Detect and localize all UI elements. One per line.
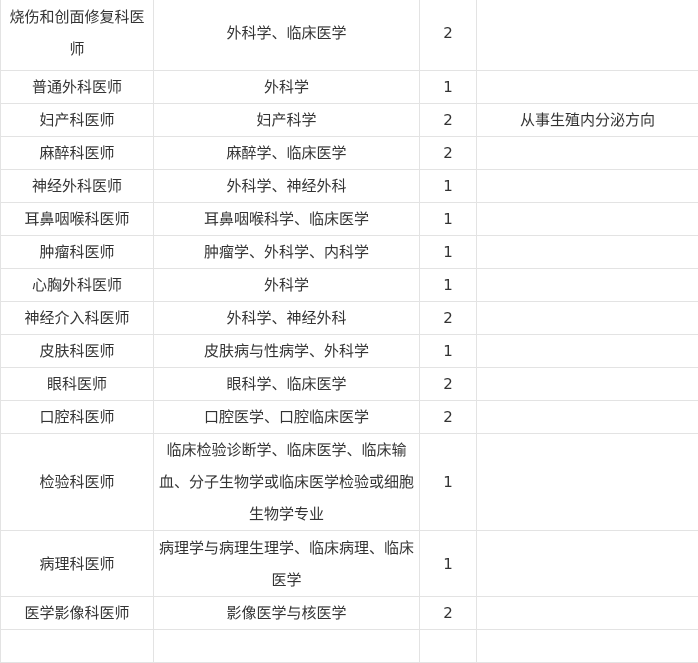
major-cell: 肿瘤学、外科学、内科学 bbox=[154, 236, 420, 269]
table-row: 麻醉科医师 麻醉学、临床医学 2 bbox=[1, 137, 698, 170]
major-cell: 外科学、神经外科 bbox=[154, 302, 420, 335]
table-row: 肿瘤科医师 肿瘤学、外科学、内科学 1 bbox=[1, 236, 698, 269]
table-row: 口腔科医师 口腔医学、口腔临床医学 2 bbox=[1, 401, 698, 434]
note-cell bbox=[477, 0, 698, 71]
dept-cell: 普通外科医师 bbox=[1, 71, 154, 104]
table-row: 神经介入科医师 外科学、神经外科 2 bbox=[1, 302, 698, 335]
count-cell: 2 bbox=[420, 401, 477, 434]
note-cell bbox=[477, 137, 698, 170]
major-cell: 外科学 bbox=[154, 269, 420, 302]
major-cell: 皮肤病与性病学、外科学 bbox=[154, 335, 420, 368]
note-cell bbox=[477, 71, 698, 104]
major-cell: 耳鼻咽喉科学、临床医学 bbox=[154, 203, 420, 236]
note-cell bbox=[477, 630, 698, 663]
count-cell: 2 bbox=[420, 368, 477, 401]
table-row: 普通外科医师 外科学 1 bbox=[1, 71, 698, 104]
dept-cell: 耳鼻咽喉科医师 bbox=[1, 203, 154, 236]
count-cell: 2 bbox=[420, 0, 477, 71]
dept-cell: 皮肤科医师 bbox=[1, 335, 154, 368]
count-cell: 1 bbox=[420, 269, 477, 302]
dept-cell: 检验科医师 bbox=[1, 434, 154, 531]
note-cell bbox=[477, 335, 698, 368]
note-cell bbox=[477, 203, 698, 236]
count-cell: 1 bbox=[420, 71, 477, 104]
major-cell: 口腔医学、口腔临床医学 bbox=[154, 401, 420, 434]
table-row: 病理科医师 病理学与病理生理学、临床病理、临床医学 1 bbox=[1, 531, 698, 597]
table-row: 烧伤和创面修复科医师 外科学、临床医学 2 bbox=[1, 0, 698, 71]
dept-cell: 神经介入科医师 bbox=[1, 302, 154, 335]
major-cell: 外科学、临床医学 bbox=[154, 0, 420, 71]
note-cell bbox=[477, 302, 698, 335]
positions-table: 烧伤和创面修复科医师 外科学、临床医学 2 普通外科医师 外科学 1 妇产科医师… bbox=[0, 0, 698, 663]
major-cell: 麻醉学、临床医学 bbox=[154, 137, 420, 170]
table-row: 耳鼻咽喉科医师 耳鼻咽喉科学、临床医学 1 bbox=[1, 203, 698, 236]
dept-cell: 医学影像科医师 bbox=[1, 597, 154, 630]
major-cell: 病理学与病理生理学、临床病理、临床医学 bbox=[154, 531, 420, 597]
dept-cell: 眼科医师 bbox=[1, 368, 154, 401]
dept-cell: 肿瘤科医师 bbox=[1, 236, 154, 269]
count-cell: 1 bbox=[420, 170, 477, 203]
note-cell bbox=[477, 368, 698, 401]
table-row: 心胸外科医师 外科学 1 bbox=[1, 269, 698, 302]
dept-cell: 麻醉科医师 bbox=[1, 137, 154, 170]
note-cell bbox=[477, 236, 698, 269]
table-row: 皮肤科医师 皮肤病与性病学、外科学 1 bbox=[1, 335, 698, 368]
dept-cell: 心胸外科医师 bbox=[1, 269, 154, 302]
count-cell: 1 bbox=[420, 203, 477, 236]
dept-cell bbox=[1, 630, 154, 663]
major-cell: 外科学、神经外科 bbox=[154, 170, 420, 203]
table-row: 妇产科医师 妇产科学 2 从事生殖内分泌方向 bbox=[1, 104, 698, 137]
count-cell bbox=[420, 630, 477, 663]
note-cell bbox=[477, 434, 698, 531]
dept-cell: 烧伤和创面修复科医师 bbox=[1, 0, 154, 71]
note-cell bbox=[477, 597, 698, 630]
major-cell: 外科学 bbox=[154, 71, 420, 104]
count-cell: 2 bbox=[420, 597, 477, 630]
count-cell: 1 bbox=[420, 335, 477, 368]
count-cell: 2 bbox=[420, 302, 477, 335]
dept-cell: 口腔科医师 bbox=[1, 401, 154, 434]
table-row: 医学影像科医师 影像医学与核医学 2 bbox=[1, 597, 698, 630]
count-cell: 1 bbox=[420, 236, 477, 269]
major-cell: 影像医学与核医学 bbox=[154, 597, 420, 630]
count-cell: 2 bbox=[420, 104, 477, 137]
table-row: 眼科医师 眼科学、临床医学 2 bbox=[1, 368, 698, 401]
table-row: 检验科医师 临床检验诊断学、临床医学、临床输血、分子生物学或临床医学检验或细胞生… bbox=[1, 434, 698, 531]
major-cell: 眼科学、临床医学 bbox=[154, 368, 420, 401]
table-row: 神经外科医师 外科学、神经外科 1 bbox=[1, 170, 698, 203]
table-row bbox=[1, 630, 698, 663]
note-cell bbox=[477, 531, 698, 597]
note-cell bbox=[477, 269, 698, 302]
major-cell: 临床检验诊断学、临床医学、临床输血、分子生物学或临床医学检验或细胞生物学专业 bbox=[154, 434, 420, 531]
count-cell: 2 bbox=[420, 137, 477, 170]
major-cell bbox=[154, 630, 420, 663]
dept-cell: 病理科医师 bbox=[1, 531, 154, 597]
dept-cell: 神经外科医师 bbox=[1, 170, 154, 203]
dept-cell: 妇产科医师 bbox=[1, 104, 154, 137]
major-cell: 妇产科学 bbox=[154, 104, 420, 137]
note-cell: 从事生殖内分泌方向 bbox=[477, 104, 698, 137]
count-cell: 1 bbox=[420, 531, 477, 597]
count-cell: 1 bbox=[420, 434, 477, 531]
note-cell bbox=[477, 401, 698, 434]
note-cell bbox=[477, 170, 698, 203]
